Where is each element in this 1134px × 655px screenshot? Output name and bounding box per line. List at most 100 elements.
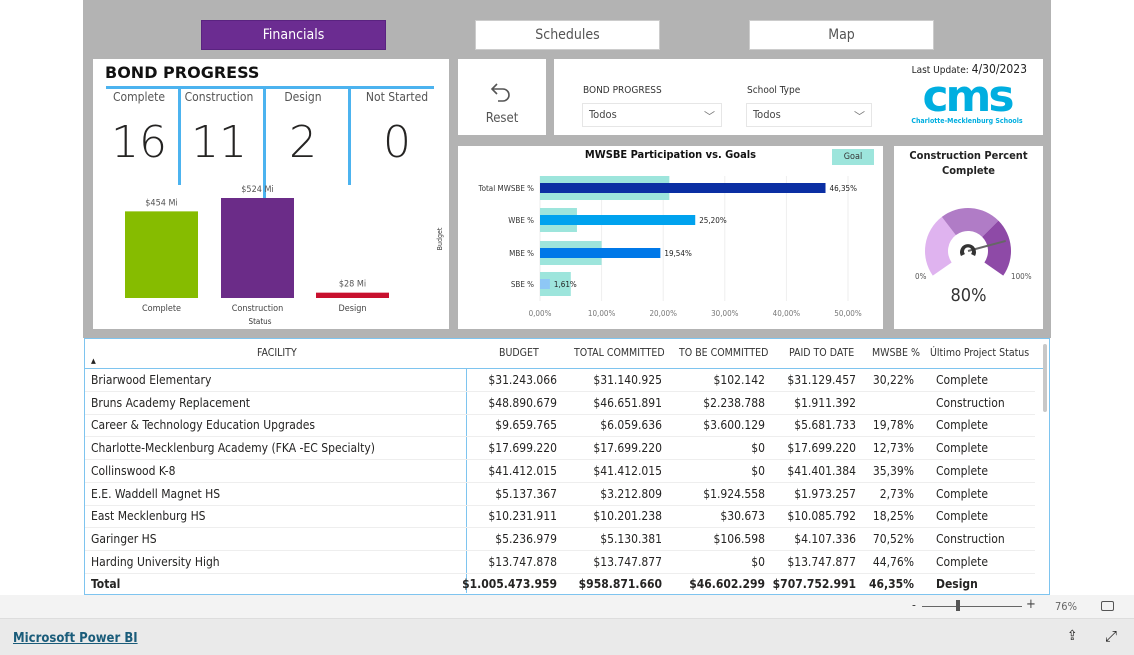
table-row[interactable]: Charlotte-Mecklenburg Academy (FKA -EC S… bbox=[85, 437, 1035, 461]
tab-schedules[interactable]: Schedules bbox=[475, 20, 660, 50]
cell-paid-to-date: $41.401.384 bbox=[787, 463, 856, 478]
x-tick-label: 50,00% bbox=[834, 309, 862, 318]
table-row[interactable]: Briarwood Elementary $31.243.066 $31.140.9… bbox=[85, 369, 1035, 392]
zoom-out-button[interactable]: - bbox=[912, 598, 916, 612]
fit-to-page-icon[interactable] bbox=[1101, 601, 1114, 611]
cell-mwsbe: 18,25% bbox=[872, 509, 914, 524]
table-row[interactable]: Bruns Academy Replacement $48.890.679 $46.… bbox=[85, 392, 1035, 415]
col-paid-to-date[interactable]: PAID TO DATE bbox=[789, 347, 854, 359]
actual-bar bbox=[540, 248, 661, 258]
cell-facility: Briarwood Elementary bbox=[91, 373, 212, 387]
tab-financials[interactable]: Financials bbox=[201, 20, 386, 50]
tab-map[interactable]: Map bbox=[749, 20, 934, 50]
school-type-dropdown[interactable]: Todos ﹀ bbox=[746, 103, 872, 127]
table-row[interactable]: E.E. Waddell Magnet HS $5.137.367 $3.212.8… bbox=[85, 483, 1035, 506]
undo-icon bbox=[490, 83, 510, 102]
cell-paid-to-date: $1.911.392 bbox=[794, 395, 856, 410]
kpi-complete-value: 16 bbox=[111, 117, 167, 168]
cell-facility: Charlotte-Mecklenburg Academy (FKA -EC S… bbox=[91, 441, 375, 456]
y-tick-label: Total MWSBE % bbox=[478, 184, 535, 193]
x-tick-label: 0,00% bbox=[529, 309, 552, 318]
bar-design bbox=[316, 292, 389, 298]
cell-total-committed: $3.212.809 bbox=[600, 486, 662, 501]
data-label: $454 Mi bbox=[145, 198, 177, 208]
table-row[interactable]: East Mecklenburg HS $10.231.911 $10.201.23… bbox=[85, 505, 1035, 529]
zoom-slider-handle[interactable] bbox=[956, 600, 960, 611]
bond-progress-title: BOND PROGRESS bbox=[105, 63, 260, 82]
cell-to-be-committed: $30.673 bbox=[720, 509, 765, 524]
cell-to-be-committed: $106.598 bbox=[713, 531, 766, 546]
zoom-in-button[interactable]: + bbox=[1026, 597, 1036, 612]
zoom-slider[interactable] bbox=[922, 606, 1022, 607]
facility-table: FACILITY ▲ BUDGET TOTAL COMMITTED TO BE … bbox=[84, 338, 1050, 595]
cell-budget: $1.005.473.959 bbox=[462, 577, 557, 592]
cell-mwsbe: 35,39% bbox=[872, 463, 914, 478]
cell-paid-to-date: $5.681.733 bbox=[794, 418, 856, 433]
x-tick-label: Construction bbox=[232, 304, 284, 314]
gauge-title: Construction Percent Complete bbox=[909, 149, 1028, 177]
x-tick-label: 30,00% bbox=[711, 309, 739, 318]
bond-progress-filter-label: BOND PROGRESS bbox=[583, 85, 662, 96]
data-label: 46,35% bbox=[830, 184, 858, 193]
kpi-not-started-label: Not Started bbox=[365, 90, 429, 104]
bond-progress-dropdown[interactable]: Todos ﹀ bbox=[582, 103, 722, 127]
y-tick-label: WBE % bbox=[508, 216, 534, 225]
table-row[interactable]: Collinswood K-8 $41.412.015 $41.412.015 $0 $… bbox=[85, 460, 1035, 483]
divider bbox=[348, 89, 351, 185]
cell-total-committed: $31.140.925 bbox=[593, 373, 662, 387]
cell-facility: East Mecklenburg HS bbox=[91, 509, 206, 524]
cell-status: Complete bbox=[936, 509, 989, 524]
cell-paid-to-date: $17.699.220 bbox=[787, 441, 856, 456]
cell-status: Complete bbox=[936, 554, 989, 569]
cell-paid-to-date: $1.973.257 bbox=[794, 486, 856, 501]
fullscreen-icon[interactable]: ⤢ bbox=[1105, 627, 1117, 645]
col-budget[interactable]: BUDGET bbox=[499, 347, 539, 359]
share-icon[interactable]: ⇪ bbox=[1067, 628, 1078, 644]
data-label: 1,61% bbox=[554, 280, 577, 289]
kpi-design-value: 2 bbox=[289, 117, 317, 168]
chevron-down-icon: ﹀ bbox=[854, 110, 865, 123]
x-tick-label: Design bbox=[339, 304, 367, 314]
cell-status: Complete bbox=[936, 373, 989, 387]
cell-to-be-committed: $2.238.788 bbox=[703, 395, 765, 410]
bottom-bar: Microsoft Power BI ⇪ ⤢ bbox=[0, 619, 1134, 655]
cell-mwsbe: 46,35% bbox=[869, 577, 914, 592]
sort-ascending-icon[interactable]: ▲ bbox=[91, 357, 96, 365]
kpi-construction-label: Construction bbox=[184, 90, 254, 104]
table-row[interactable]: Harding University High $13.747.878 $13.74… bbox=[85, 551, 1035, 574]
col-facility[interactable]: FACILITY bbox=[257, 347, 297, 359]
gauge-value: 80% bbox=[950, 285, 987, 306]
total-row[interactable]: Total $1.005.473.959 $958.871.660 $46.602.2… bbox=[85, 573, 1035, 596]
zoom-level: 76% bbox=[1055, 600, 1077, 613]
data-label: 19,54% bbox=[664, 249, 692, 258]
power-bi-link[interactable]: Microsoft Power BI bbox=[13, 631, 138, 646]
cell-paid-to-date: $10.085.792 bbox=[787, 509, 856, 524]
bond-progress-panel: BOND PROGRESS Complete Construction Desi… bbox=[93, 59, 449, 329]
col-to-be-committed[interactable]: TO BE COMMITTED bbox=[679, 347, 768, 359]
col-total-committed[interactable]: TOTAL COMMITTED bbox=[574, 347, 665, 359]
cell-facility: Harding University High bbox=[91, 554, 220, 569]
x-axis-title: Status bbox=[249, 317, 272, 326]
cell-paid-to-date: $4.107.336 bbox=[794, 531, 856, 546]
table-row[interactable]: Garinger HS $5.236.979 $5.130.381 $106.598 $… bbox=[85, 528, 1035, 551]
bar-complete bbox=[125, 211, 198, 298]
actual-bar bbox=[540, 279, 550, 289]
cell-budget: $13.747.878 bbox=[488, 554, 557, 569]
table-row[interactable]: Career & Technology Education Upgrades $9… bbox=[85, 414, 1035, 438]
gauge-min-label: 0% bbox=[915, 272, 927, 281]
cell-total-committed: $10.201.238 bbox=[593, 509, 662, 524]
col-status[interactable]: Último Project Status bbox=[930, 347, 1029, 359]
cell-status: Complete bbox=[936, 463, 989, 478]
cell-status: Design bbox=[936, 577, 978, 592]
cell-facility: Total bbox=[91, 577, 121, 592]
zoom-bar: - + 76% bbox=[0, 595, 1134, 619]
cell-mwsbe: 70,52% bbox=[872, 531, 914, 546]
x-tick-label: 40,00% bbox=[773, 309, 801, 318]
reset-button[interactable]: Reset bbox=[458, 59, 546, 135]
col-mwsbe[interactable]: MWSBE % bbox=[872, 347, 920, 359]
cell-to-be-committed: $0 bbox=[751, 463, 765, 478]
scrollbar[interactable] bbox=[1043, 344, 1047, 412]
cell-paid-to-date: $13.747.877 bbox=[787, 554, 856, 569]
cell-mwsbe: 2,73% bbox=[879, 486, 914, 501]
cell-facility: Bruns Academy Replacement bbox=[91, 395, 251, 410]
